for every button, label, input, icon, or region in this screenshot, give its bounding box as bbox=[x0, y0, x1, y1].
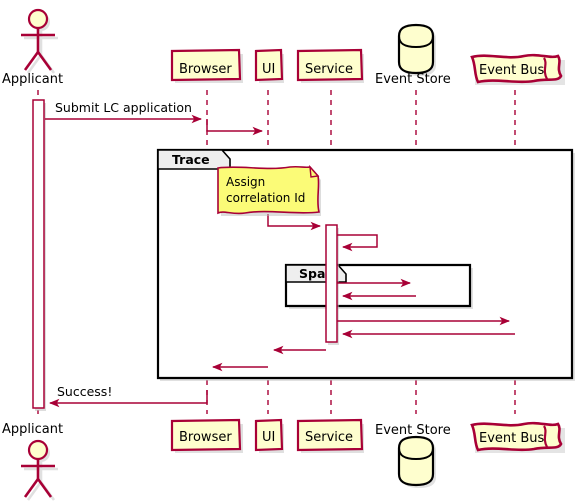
participant-label-service-top: Service bbox=[305, 62, 353, 77]
participant-service-bottom[interactable]: Service bbox=[296, 418, 364, 453]
participant-label-eventbus-top: Event Bus bbox=[479, 63, 545, 78]
participant-browser-top[interactable]: Browser bbox=[170, 48, 243, 83]
participant-label-eventstore-top: Event Store bbox=[375, 72, 451, 87]
participant-label-service-bottom: Service bbox=[305, 430, 353, 445]
diagram-svg: Trace Span Submit LC application Success… bbox=[0, 0, 583, 503]
participant-ui-top[interactable]: UI bbox=[254, 48, 284, 83]
sequence-diagram-canvas: Trace Span Submit LC application Success… bbox=[0, 0, 583, 503]
note-assign-correlation-id: Assign correlation Id bbox=[217, 164, 321, 216]
participant-label-applicant-bottom: Applicant bbox=[2, 422, 63, 437]
participant-browser-bottom[interactable]: Browser bbox=[170, 418, 243, 453]
participant-label-ui-top: UI bbox=[262, 62, 275, 77]
note-line-2: correlation Id bbox=[226, 191, 305, 205]
participant-label-ui-bottom: UI bbox=[262, 430, 275, 445]
participant-service-top[interactable]: Service bbox=[296, 48, 364, 83]
database-icon-eventstore-top bbox=[397, 23, 435, 75]
participant-label-eventbus-bottom: Event Bus bbox=[479, 431, 545, 446]
activation-service bbox=[325, 224, 338, 343]
activation-applicant bbox=[32, 99, 45, 409]
message-label-success: Success! bbox=[57, 384, 112, 399]
participant-ui-bottom[interactable]: UI bbox=[254, 418, 284, 453]
trace-frame-label: Trace bbox=[172, 152, 210, 167]
participant-label-applicant-top: Applicant bbox=[2, 72, 63, 87]
participant-label-browser-bottom: Browser bbox=[179, 430, 232, 445]
note-line-1: Assign bbox=[226, 175, 265, 189]
participant-label-browser-top: Browser bbox=[179, 62, 232, 77]
participant-eventbus-bottom[interactable]: Event Bus bbox=[470, 421, 565, 453]
group-span: Span bbox=[284, 263, 473, 309]
participant-eventbus-top[interactable]: Event Bus bbox=[470, 53, 565, 85]
database-icon-eventstore-bottom bbox=[397, 435, 435, 487]
message-label-submit-lc-application: Submit LC application bbox=[55, 100, 192, 115]
participant-label-eventstore-bottom: Event Store bbox=[375, 423, 451, 438]
